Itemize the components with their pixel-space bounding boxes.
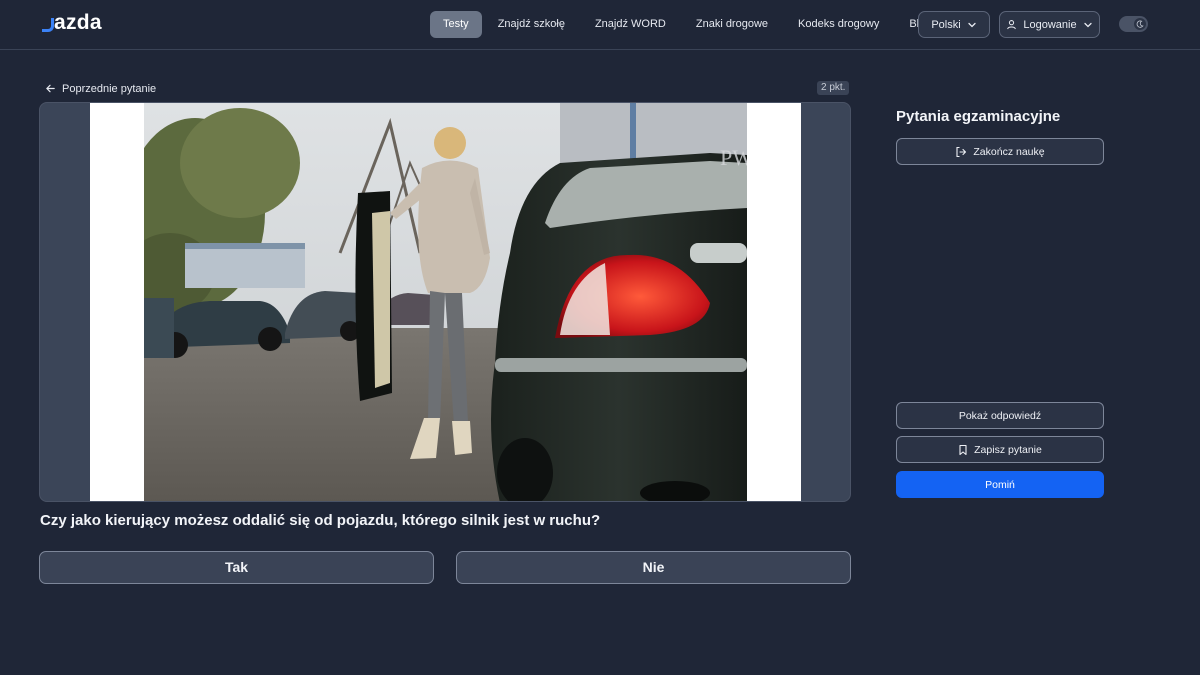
nav-item-znaki-drogowe[interactable]: Znaki drogowe [682,11,782,38]
chevron-down-icon [1083,20,1093,30]
user-icon [1006,19,1017,30]
previous-question-label: Poprzednie pytanie [62,82,157,95]
nav-item-znajdz-szkole[interactable]: Znajdź szkołę [484,11,579,38]
question-text: Czy jako kierujący możesz oddalić się od… [40,512,601,529]
bookmark-icon [958,444,968,456]
answer-yes-button[interactable]: Tak [39,551,434,584]
skip-button[interactable]: Pomiń [896,471,1104,498]
logo-text: azda [54,11,102,34]
end-learning-label: Zakończ naukę [973,145,1045,158]
nav-item-testy[interactable]: Testy [430,11,482,38]
arrow-left-icon [45,83,56,94]
main-nav: Testy Znajdź szkołę Znajdź WORD Znaki dr… [430,11,945,38]
top-header: azda Testy Znajdź szkołę Znajdź WORD Zna… [0,0,1200,50]
end-learning-button[interactable]: Zakończ naukę [896,138,1104,165]
save-question-label: Zapisz pytanie [974,443,1042,456]
sidebar-title: Pytania egzaminacyjne [896,108,1061,125]
question-photo: PWPW [90,103,801,501]
nav-item-kodeks-drogowy[interactable]: Kodeks drogowy [784,11,893,38]
logo[interactable]: azda [42,11,102,35]
previous-question-link[interactable]: Poprzednie pytanie [45,81,156,96]
chevron-down-icon [967,20,977,30]
language-select[interactable]: Polski [918,11,990,38]
language-select-label: Polski [931,18,961,31]
logo-mark-icon [42,18,54,32]
dark-mode-toggle[interactable] [1119,16,1148,32]
points-badge: 2 pkt. [817,81,850,95]
logout-icon [955,146,967,158]
nav-item-znajdz-word[interactable]: Znajdź WORD [581,11,680,38]
moon-icon [1134,18,1146,30]
show-answer-button[interactable]: Pokaż odpowiedź [896,402,1104,429]
answer-no-button[interactable]: Nie [456,551,851,584]
question-media-frame: PWPW [39,102,851,502]
save-question-button[interactable]: Zapisz pytanie [896,436,1104,463]
login-label: Logowanie [1023,18,1077,31]
login-dropdown[interactable]: Logowanie [999,11,1100,38]
